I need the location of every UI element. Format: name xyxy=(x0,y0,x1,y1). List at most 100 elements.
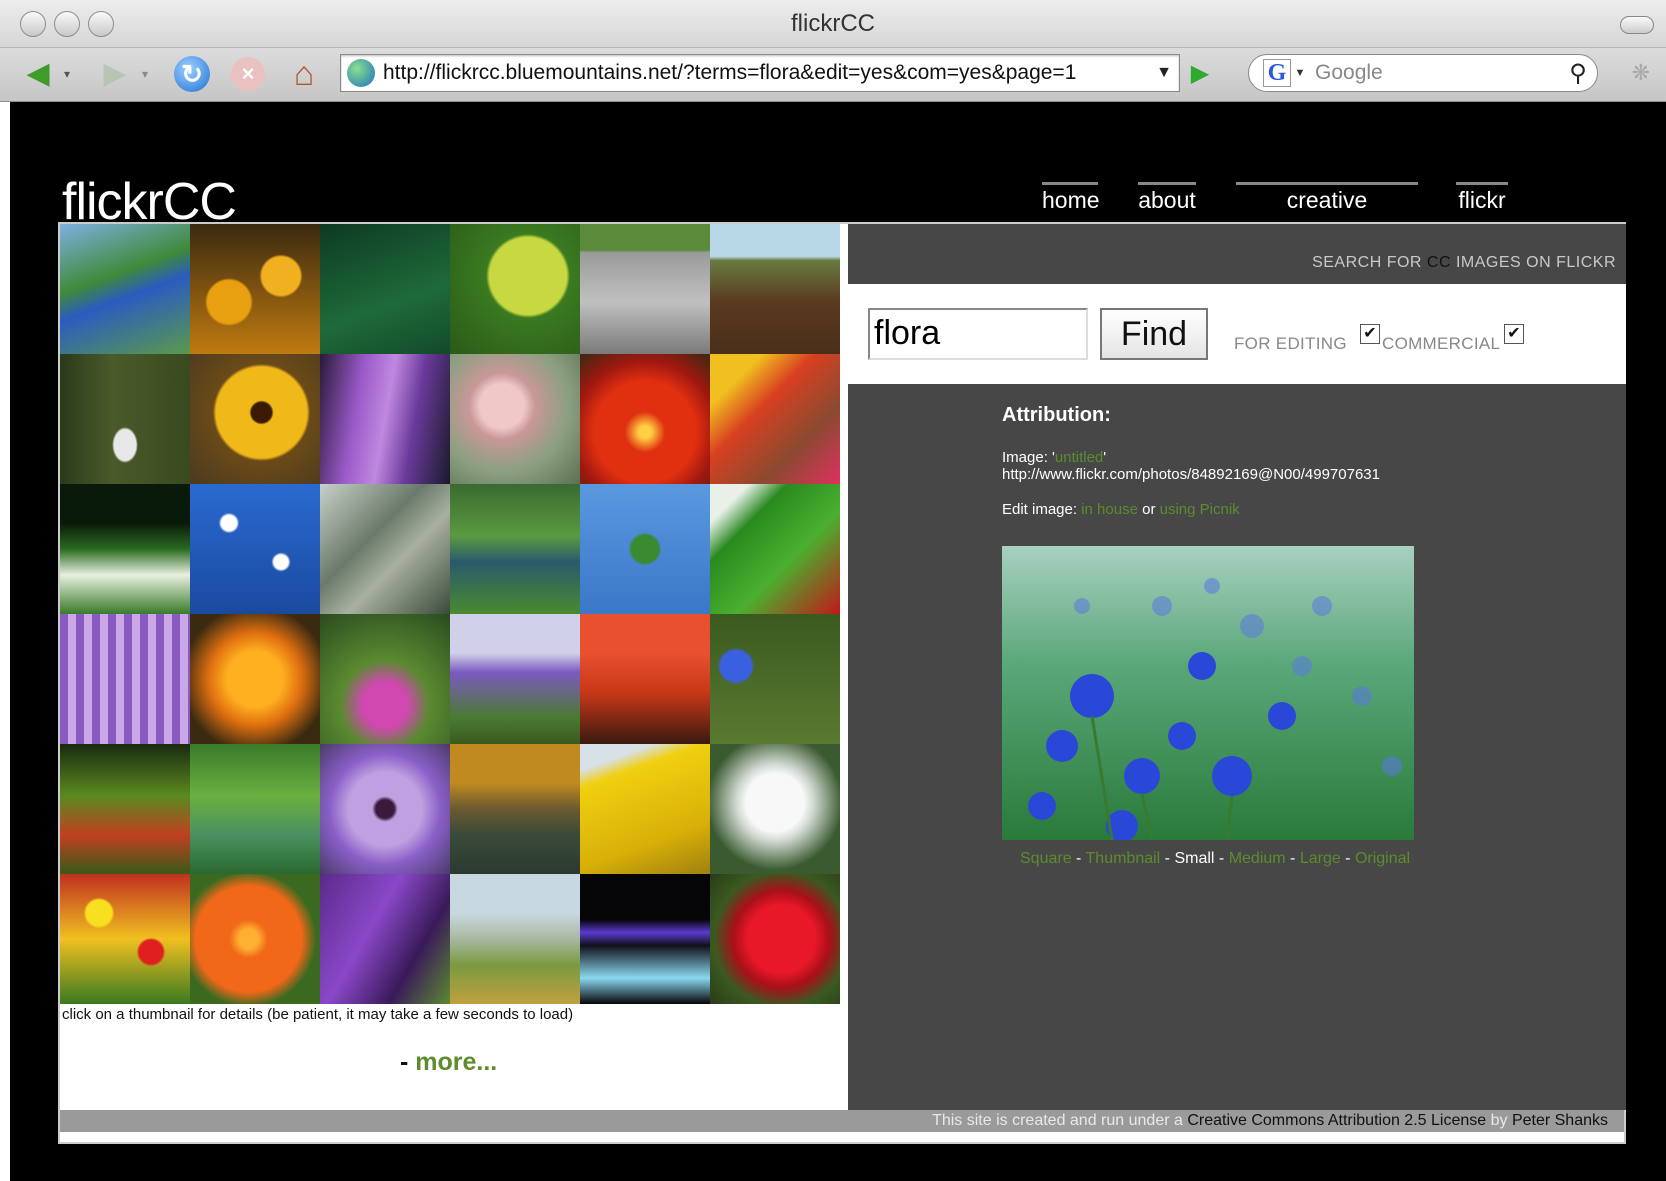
header-cc: CC xyxy=(1426,254,1452,271)
image-title-link[interactable]: untitled xyxy=(1055,449,1103,466)
go-button[interactable]: ▶ xyxy=(1186,60,1214,88)
site-footer: This site is created and run under a Cre… xyxy=(60,1110,1624,1132)
edit-image-line: Edit image: in house or using Picnik xyxy=(1002,501,1380,518)
image-preview[interactable] xyxy=(1002,546,1414,840)
nav-about[interactable]: about xyxy=(1138,182,1196,220)
thumbnail-23[interactable] xyxy=(580,614,710,744)
thumbnail-6[interactable] xyxy=(710,224,840,354)
engine-dropdown[interactable]: ▼ xyxy=(1291,67,1309,79)
nav-home-label: home xyxy=(1042,187,1100,213)
edit-in-house-link[interactable]: in house xyxy=(1081,501,1138,518)
thumbnail-8[interactable] xyxy=(190,354,320,484)
thumbnail-32[interactable] xyxy=(190,874,320,1004)
nav-flickr[interactable]: flickr xyxy=(1456,182,1508,220)
thumbnail-31[interactable] xyxy=(60,874,190,1004)
stop-button[interactable]: × xyxy=(226,54,270,94)
site-globe-icon xyxy=(347,59,375,87)
thumbnail-11[interactable] xyxy=(580,354,710,484)
thumbnail-16[interactable] xyxy=(450,484,580,614)
thumbnail-36[interactable] xyxy=(710,874,840,1004)
thumbnail-4[interactable] xyxy=(450,224,580,354)
thumbnail-12[interactable] xyxy=(710,354,840,484)
size-square-link[interactable]: Square xyxy=(1020,850,1072,867)
nav-home[interactable]: home xyxy=(1042,182,1100,220)
thumbnail-2[interactable] xyxy=(190,224,320,354)
search-terms-input[interactable]: flora xyxy=(868,308,1088,360)
checkmark-icon: ✔ xyxy=(1363,325,1377,342)
more-link[interactable]: more... xyxy=(415,1048,497,1076)
forward-arrow-icon: ▶ xyxy=(103,57,127,90)
play-arrow-icon: ▶ xyxy=(1190,60,1210,87)
thumbnail-7[interactable] xyxy=(60,354,190,484)
web-search-input[interactable]: Google xyxy=(1315,61,1559,85)
web-search-bar[interactable]: G ▼ Google ⚲ xyxy=(1248,54,1598,92)
thumbnail-26[interactable] xyxy=(190,744,320,874)
forward-button[interactable]: ▶ xyxy=(92,54,138,94)
thumbnail-28[interactable] xyxy=(450,744,580,874)
thumbnail-15[interactable] xyxy=(320,484,450,614)
find-button[interactable]: Find xyxy=(1100,308,1208,360)
footer-text: This site is created and run under a xyxy=(932,1112,1188,1129)
house-icon: ⌂ xyxy=(293,55,315,93)
checkmark-icon: ✔ xyxy=(1507,325,1521,342)
for-editing-checkbox[interactable]: ✔ xyxy=(1360,324,1380,344)
address-input[interactable]: http://flickrcc.bluemountains.net/?terms… xyxy=(383,61,1149,85)
thumbnail-19[interactable] xyxy=(60,614,190,744)
sep: - xyxy=(1340,850,1355,867)
size-small-current: Small xyxy=(1174,850,1215,867)
nav-creative-commons[interactable]: creative commons xyxy=(1236,182,1418,240)
commercial-checkbox[interactable]: ✔ xyxy=(1504,324,1524,344)
thumbnail-34[interactable] xyxy=(450,874,580,1004)
thumbnail-5[interactable] xyxy=(580,224,710,354)
browser-toolbar: ◀ ▾ ▶ ▾ ↻ × ⌂ http://flickrcc.bluemounta… xyxy=(0,48,1666,102)
thumbnail-18[interactable] xyxy=(710,484,840,614)
edit-picnik-link[interactable]: using Picnik xyxy=(1160,501,1240,518)
back-arrow-icon: ◀ xyxy=(26,57,50,90)
thumbnail-1[interactable] xyxy=(60,224,190,354)
toolbar-toggle-button[interactable] xyxy=(1620,16,1654,34)
thumbnail-29[interactable] xyxy=(580,744,710,874)
author-link[interactable]: Peter Shanks xyxy=(1512,1112,1608,1129)
thumbnail-33[interactable] xyxy=(320,874,450,1004)
forward-history-dropdown[interactable]: ▾ xyxy=(138,54,152,94)
license-link[interactable]: Creative Commons Attribution 2.5 License xyxy=(1187,1112,1486,1129)
header-suffix: IMAGES ON FLICKR xyxy=(1451,254,1616,271)
sep: - xyxy=(1214,850,1229,867)
reload-button[interactable]: ↻ xyxy=(170,54,214,94)
thumbnail-3[interactable] xyxy=(320,224,450,354)
thumbnail-25[interactable] xyxy=(60,744,190,874)
browser-window: flickr CC ◀ ▾ ▶ ▾ ↻ × ⌂ http://flickrcc.b… xyxy=(0,0,1666,1181)
image-suffix: ' xyxy=(1103,449,1107,466)
magnifier-icon[interactable]: ⚲ xyxy=(1559,59,1597,88)
size-medium-link[interactable]: Medium xyxy=(1229,850,1286,867)
thumbnail-27[interactable] xyxy=(320,744,450,874)
thumbnail-9[interactable] xyxy=(320,354,450,484)
edit-prefix: Edit image: xyxy=(1002,501,1082,518)
thumbnail-17[interactable] xyxy=(580,484,710,614)
thumbnail-21[interactable] xyxy=(320,614,450,744)
size-links: Square - Thumbnail - Small - Medium - La… xyxy=(1020,850,1410,868)
back-history-dropdown[interactable]: ▾ xyxy=(60,54,74,94)
stop-icon: × xyxy=(231,57,265,91)
google-engine-icon[interactable]: G xyxy=(1263,59,1291,87)
size-original-link[interactable]: Original xyxy=(1355,850,1410,867)
chevron-down-icon: ▾ xyxy=(141,67,149,81)
back-button[interactable]: ◀ xyxy=(14,54,62,94)
thumbnail-24[interactable] xyxy=(710,614,840,744)
size-thumbnail-link[interactable]: Thumbnail xyxy=(1086,850,1161,867)
thumbnail-10[interactable] xyxy=(450,354,580,484)
home-button[interactable]: ⌂ xyxy=(282,54,326,94)
thumbnail-14[interactable] xyxy=(190,484,320,614)
thumbnail-22[interactable] xyxy=(450,614,580,744)
thumbnail-35[interactable] xyxy=(580,874,710,1004)
address-bar[interactable]: http://flickrcc.bluemountains.net/?terms… xyxy=(340,54,1180,92)
image-url: http://www.flickr.com/photos/84892169@N0… xyxy=(1002,466,1380,483)
activity-spinner-icon: ❋ xyxy=(1631,60,1650,85)
address-history-dropdown[interactable]: ▼ xyxy=(1149,64,1179,82)
size-large-link[interactable]: Large xyxy=(1300,850,1341,867)
thumbnail-20[interactable] xyxy=(190,614,320,744)
main-content: click on a thumbnail for details (be pat… xyxy=(58,222,1626,1144)
commercial-label: COMMERCIAL xyxy=(1382,334,1501,353)
thumbnail-13[interactable] xyxy=(60,484,190,614)
thumbnail-30[interactable] xyxy=(710,744,840,874)
